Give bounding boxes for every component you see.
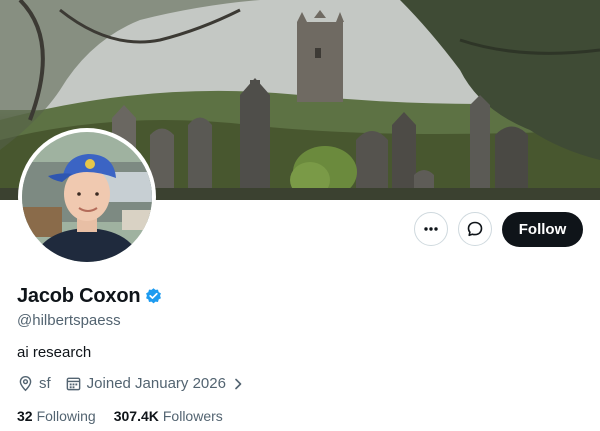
followers-link[interactable]: 307.4K Followers: [114, 408, 223, 424]
location-text: sf: [39, 375, 51, 392]
joined-item: Joined January 2026: [65, 375, 250, 392]
profile-handle: @hilbertspaess: [17, 312, 121, 329]
calendar-icon: [66, 377, 81, 391]
profile-avatar[interactable]: [18, 128, 156, 266]
avatar-image: [22, 132, 152, 262]
chevron-right-icon[interactable]: [231, 377, 245, 391]
more-horizontal-icon: [424, 227, 438, 231]
profile-name-row: Jacob Coxon: [17, 285, 163, 308]
profile-meta: sf Joined January 2026: [17, 375, 250, 392]
display-name: Jacob Coxon: [17, 285, 141, 307]
followers-label: Followers: [162, 408, 223, 424]
verified-badge-icon[interactable]: [144, 287, 163, 306]
more-options-button[interactable]: [414, 212, 448, 246]
profile-stats: 32 Following 307.4K Followers: [17, 408, 223, 424]
location-pin-icon: [19, 375, 32, 392]
message-bubble-icon: [467, 221, 483, 237]
follow-button[interactable]: Follow: [502, 212, 583, 247]
following-label: Following: [36, 408, 96, 424]
joined-text: Joined January 2026: [86, 375, 226, 392]
followers-count: 307.4K: [113, 408, 159, 424]
profile-bio: ai research: [17, 344, 92, 361]
message-button[interactable]: [458, 212, 492, 246]
following-count: 32: [17, 408, 33, 424]
location-item: sf: [17, 375, 51, 392]
following-link[interactable]: 32 Following: [17, 408, 96, 424]
